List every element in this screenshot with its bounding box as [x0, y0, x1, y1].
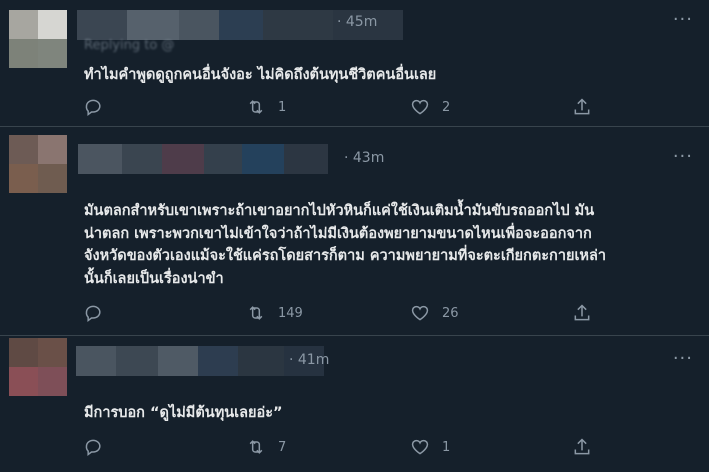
reply-button[interactable] — [84, 97, 116, 117]
tweet-text: มีการบอก “ดูไม่มีต้นทุนเลยอ่ะ” — [84, 405, 283, 421]
tweet-timestamp[interactable]: · 41m — [289, 352, 329, 368]
replying-to: Replying to @ — [84, 38, 175, 53]
retweet-icon — [249, 306, 263, 320]
retweet-button[interactable]: 1 — [246, 97, 286, 117]
like-button[interactable]: 2 — [410, 97, 450, 117]
like-icon — [411, 305, 429, 321]
tweet-text: ทำไมคำพูดดูถูกคนอื่นจังอะ ไม่คิดถึงต้นทุ… — [84, 67, 437, 83]
tweet-timestamp[interactable]: · 43m — [344, 150, 384, 166]
tweet[interactable]: · 43m ··· มันตลกสำหรับเขาเพราะถ้าเขาอยาก… — [0, 127, 709, 336]
tweet[interactable]: · 41m ··· มีการบอก “ดูไม่มีต้นทุนเลยอ่ะ”… — [0, 336, 709, 472]
avatar[interactable] — [9, 338, 67, 396]
tweet-timestamp[interactable]: · 45m — [337, 14, 377, 30]
more-icon[interactable]: ··· — [673, 348, 693, 369]
more-icon[interactable]: ··· — [673, 146, 693, 167]
blurred-username[interactable] — [76, 346, 324, 376]
tweet-actions: 1 2 — [84, 97, 604, 119]
share-button[interactable] — [572, 303, 592, 323]
share-icon — [574, 438, 590, 455]
tweet-text: มันตลกสำหรับเขาเพราะถ้าเขาอยากไปหัวหินก็… — [84, 203, 606, 287]
reply-icon — [85, 439, 101, 456]
reply-icon — [85, 99, 101, 116]
like-button[interactable]: 1 — [410, 437, 450, 457]
share-icon — [574, 98, 590, 115]
share-button[interactable] — [572, 437, 592, 457]
like-icon — [411, 99, 429, 115]
share-button[interactable] — [572, 97, 592, 117]
tweet-actions: 149 26 — [84, 303, 604, 325]
reply-button[interactable] — [84, 437, 116, 457]
retweet-icon — [249, 100, 263, 114]
share-icon — [574, 304, 590, 321]
more-icon[interactable]: ··· — [673, 9, 693, 30]
retweet-button[interactable]: 7 — [246, 437, 286, 457]
like-button[interactable]: 26 — [410, 303, 459, 323]
avatar[interactable] — [9, 10, 67, 68]
retweet-button[interactable]: 149 — [246, 303, 303, 323]
blurred-username[interactable] — [78, 144, 328, 174]
like-icon — [411, 439, 429, 455]
retweet-icon — [249, 440, 263, 454]
tweet-actions: 7 1 — [84, 437, 604, 459]
reply-icon — [85, 305, 101, 322]
avatar[interactable] — [9, 135, 67, 193]
reply-button[interactable] — [84, 303, 116, 323]
tweet[interactable]: · 45m ··· Replying to @ ทำไมคำพูดดูถูกคน… — [0, 0, 709, 127]
